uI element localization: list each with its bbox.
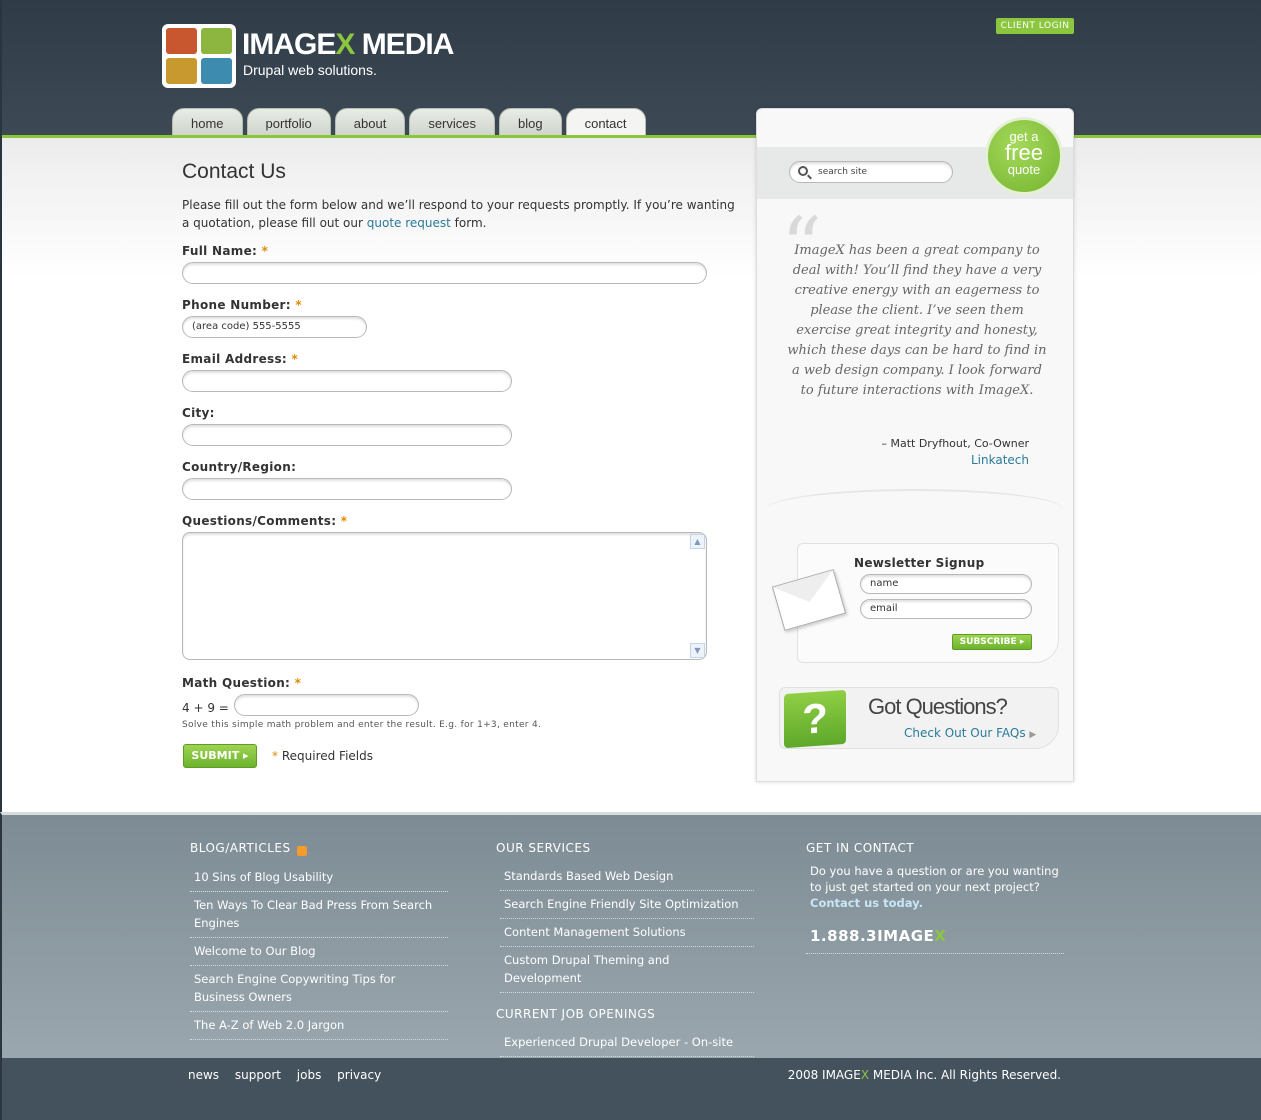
testimonial-text: ImageX has been a great company to deal … (787, 243, 1047, 398)
contact-us-link[interactable]: Contact us today. (810, 896, 923, 910)
services-heading: OUR SERVICES (496, 841, 591, 855)
faq-link[interactable]: Check Out Our FAQs ▶ (904, 726, 1036, 740)
service-link[interactable]: Content Management Solutions (500, 919, 754, 947)
full-name-label: Full Name: * (182, 244, 269, 258)
main-nav: home portfolio about services blog conta… (172, 108, 650, 138)
phone-input[interactable]: (area code) 555-5555 (182, 316, 367, 338)
service-link[interactable]: Custom Drupal Theming and Development (500, 947, 754, 993)
footer-blog-column: BLOG/ARTICLES 10 Sins of Blog Usability … (190, 841, 448, 1040)
tab-services[interactable]: services (409, 108, 496, 136)
scroll-down-icon[interactable]: ▼ (690, 643, 705, 658)
newsletter-name-input[interactable]: name (860, 574, 1032, 594)
blog-link[interactable]: Welcome to Our Blog (190, 938, 448, 966)
scroll-up-icon[interactable]: ▲ (690, 534, 705, 549)
country-label: Country/Region: (182, 460, 297, 474)
math-equation: 4 + 9 = (182, 701, 229, 715)
blog-link[interactable]: Ten Ways To Clear Bad Press From Search … (190, 892, 448, 938)
subscribe-button[interactable]: SUBSCRIBE ▸ (952, 634, 1032, 650)
jobs-heading: CURRENT JOB OPENINGS (496, 1007, 656, 1021)
blog-link[interactable]: 10 Sins of Blog Usability (190, 864, 448, 892)
city-label: City: (182, 406, 215, 420)
nav-support-link[interactable]: support (235, 1068, 281, 1082)
blog-link[interactable]: Search Engine Copywriting Tips for Busin… (190, 966, 448, 1012)
faq-title: Got Questions? (868, 694, 1008, 719)
rss-icon[interactable] (296, 846, 307, 856)
divider (767, 489, 1063, 509)
search-input[interactable]: search site (789, 161, 953, 183)
copyright: 2008 IMAGEX MEDIA Inc. All Rights Reserv… (787, 1068, 1061, 1082)
tab-about[interactable]: about (334, 108, 406, 136)
quote-request-link[interactable]: quote request (367, 216, 451, 230)
required-note: * Required Fields (272, 749, 373, 763)
tab-contact[interactable]: contact (565, 108, 646, 136)
page-title: Contact Us (182, 160, 286, 183)
tab-portfolio[interactable]: portfolio (246, 108, 331, 136)
testimonial-author: – Matt Dryfhout, Co-Owner (881, 437, 1029, 450)
email-label: Email Address: * (182, 352, 299, 366)
job-link[interactable]: Experienced Drupal Developer - On-site (500, 1029, 754, 1057)
testimonial-company-link[interactable]: Linkatech (971, 453, 1029, 467)
phone-number: 1.888.3IMAGEX (806, 927, 1064, 954)
country-input[interactable] (182, 478, 512, 500)
full-name-input[interactable] (182, 262, 707, 284)
math-input[interactable] (234, 694, 419, 716)
newsletter-email-input[interactable]: email (860, 599, 1032, 619)
intro-text: Please fill out the form below and we’ll… (182, 198, 735, 230)
service-link[interactable]: Standards Based Web Design (500, 863, 754, 891)
contact-intro: Contact Us Please fill out the form belo… (182, 160, 742, 232)
math-label: Math Question: * (182, 676, 302, 690)
bottom-bar: news support jobs privacy 2008 IMAGEX ME… (0, 1058, 1261, 1120)
blog-heading: BLOG/ARTICLES (190, 841, 448, 856)
bottom-nav: news support jobs privacy (188, 1068, 393, 1082)
nav-jobs-link[interactable]: jobs (297, 1068, 322, 1082)
city-input[interactable] (182, 424, 512, 446)
nav-privacy-link[interactable]: privacy (337, 1068, 381, 1082)
sidebar: search site get a free quote “ ImageX ha… (756, 108, 1074, 782)
footer: BLOG/ARTICLES 10 Sins of Blog Usability … (0, 812, 1261, 1058)
submit-button[interactable]: SUBMIT ▸ (183, 744, 257, 768)
search-icon (798, 166, 808, 176)
questions-textarea[interactable]: ▲ ▼ (182, 532, 707, 660)
blog-link[interactable]: The A-Z of Web 2.0 Jargon (190, 1012, 448, 1040)
free-quote-button[interactable]: get a free quote (985, 117, 1063, 195)
tab-home[interactable]: home (172, 108, 243, 136)
email-input[interactable] (182, 370, 512, 392)
phone-label: Phone Number: * (182, 298, 302, 312)
footer-contact-column: GET IN CONTACT Do you have a question or… (806, 841, 1064, 954)
questions-label: Questions/Comments: * (182, 514, 348, 528)
logo-tagline: Drupal web solutions. (243, 62, 377, 78)
nav-news-link[interactable]: news (188, 1068, 219, 1082)
footer-services-column: OUR SERVICES Standards Based Web Design … (496, 841, 754, 1057)
logo-icon[interactable] (162, 24, 236, 88)
logo-wordmark[interactable]: IMAGEX MEDIA (242, 28, 454, 62)
service-link[interactable]: Search Engine Friendly Site Optimization (500, 891, 754, 919)
newsletter-title: Newsletter Signup (854, 556, 985, 570)
faq-box[interactable]: ? Got Questions? Check Out Our FAQs ▶ (779, 687, 1059, 749)
contact-text: Do you have a question or are you wantin… (810, 864, 1059, 910)
contact-heading: GET IN CONTACT (806, 841, 915, 855)
client-login-button[interactable]: CLIENT LOGIN (996, 18, 1074, 34)
arrow-circle-icon: ▶ (1029, 730, 1037, 740)
math-hint: Solve this simple math problem and enter… (182, 720, 542, 730)
tab-blog[interactable]: blog (499, 108, 562, 136)
question-mark-icon: ? (784, 689, 846, 749)
